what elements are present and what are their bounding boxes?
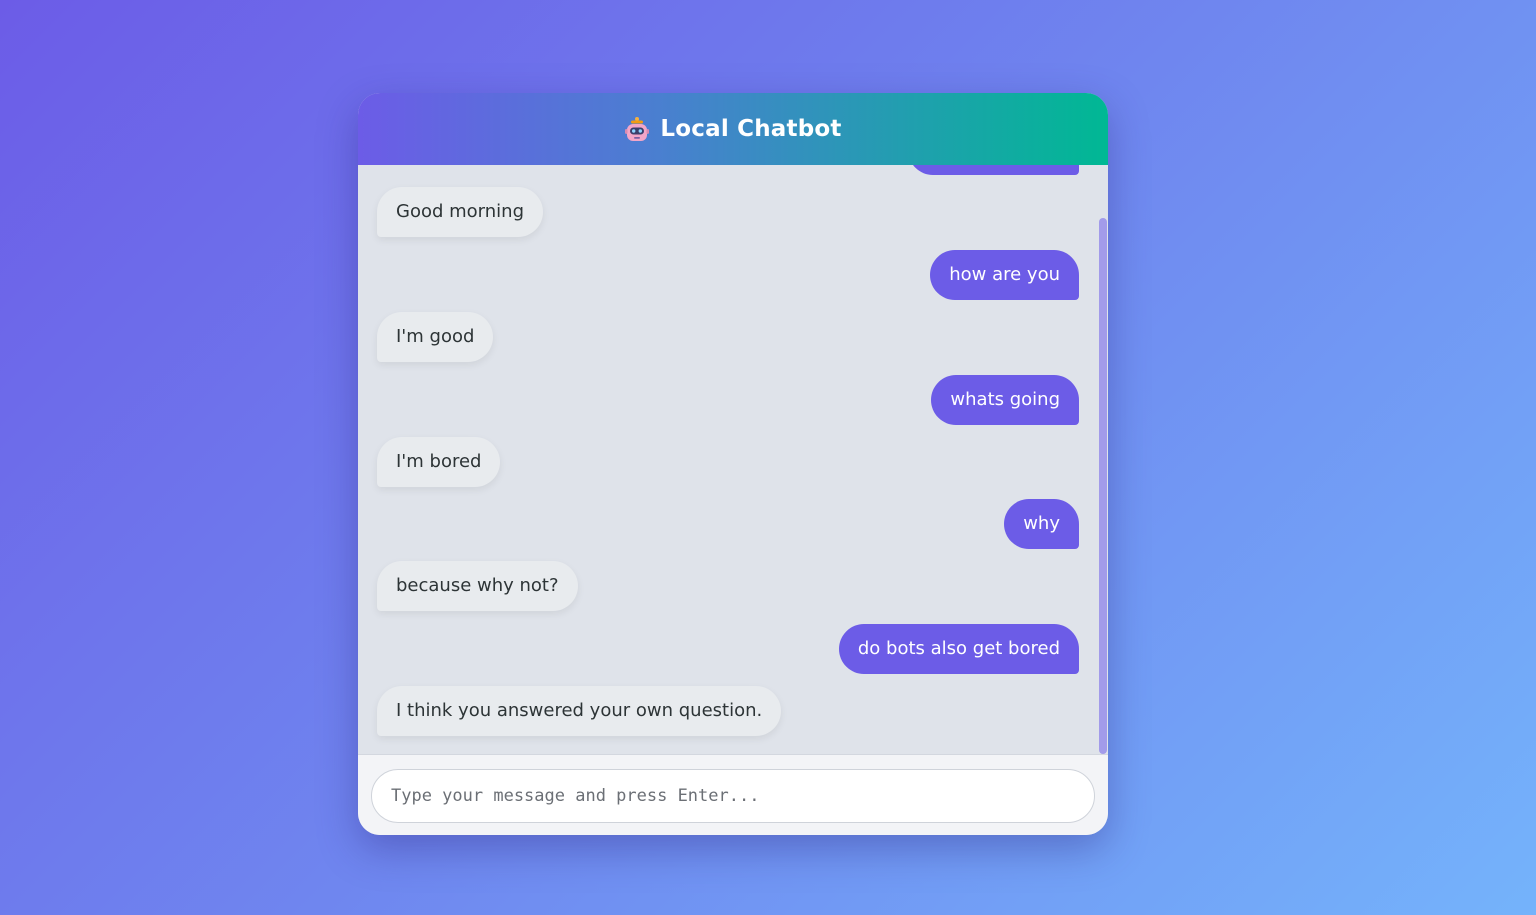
scrollbar-thumb[interactable] bbox=[1099, 218, 1107, 754]
user-message: do bots also get bored bbox=[838, 624, 1079, 674]
bot-message: I'm bored bbox=[377, 437, 501, 487]
user-message: why bbox=[1004, 499, 1079, 549]
user-message: how are you bbox=[930, 250, 1079, 300]
bot-message: because why not? bbox=[377, 561, 578, 611]
user-message bbox=[908, 165, 1079, 175]
robot-icon bbox=[625, 117, 650, 141]
input-bar bbox=[358, 754, 1108, 835]
message-input[interactable] bbox=[371, 769, 1095, 823]
message-scrollbar[interactable] bbox=[1098, 165, 1108, 754]
chat-header: Local Chatbot bbox=[358, 93, 1108, 165]
bot-message: I'm good bbox=[377, 312, 494, 362]
user-message: whats going bbox=[931, 375, 1079, 425]
bot-message: I think you answered your own question. bbox=[377, 686, 782, 736]
message-list[interactable]: Good morning how are you I'm good whats … bbox=[358, 165, 1108, 754]
bot-message: Good morning bbox=[377, 187, 543, 237]
chat-window: Local Chatbot Good morning how are you I… bbox=[358, 93, 1108, 835]
chat-title: Local Chatbot bbox=[660, 116, 842, 142]
